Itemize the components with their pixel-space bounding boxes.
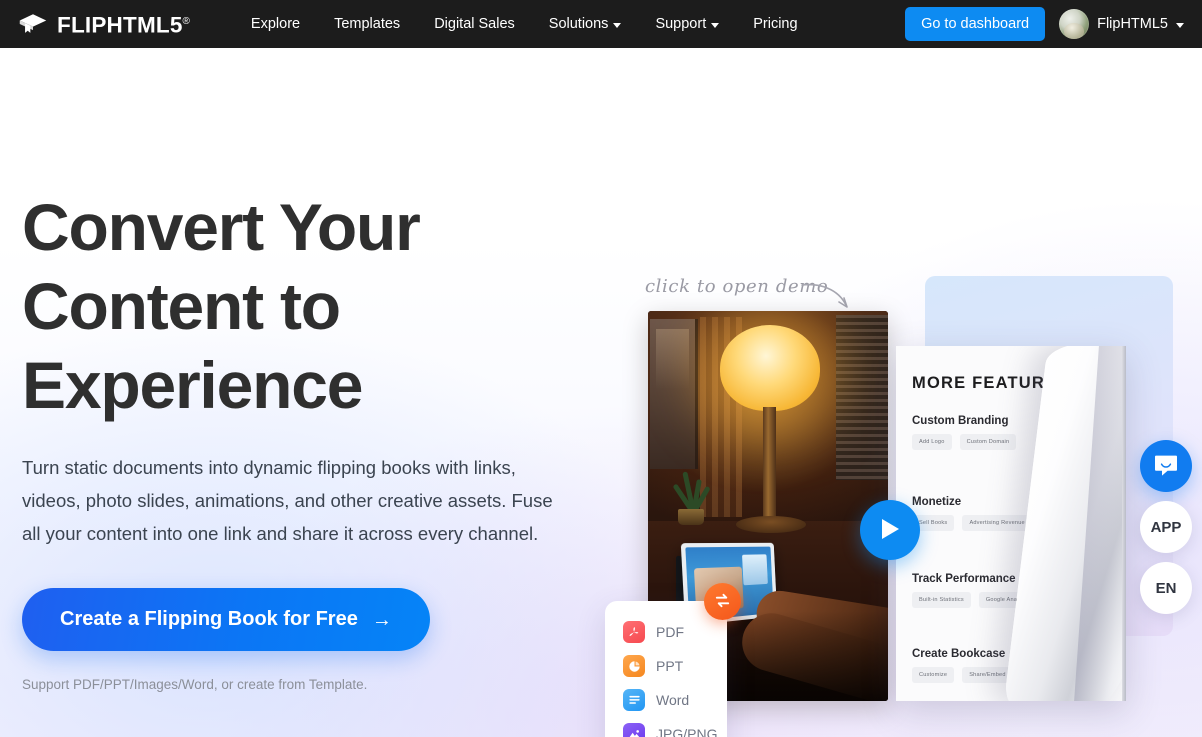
- hero-title-line: Experience: [22, 346, 622, 425]
- registered-mark: ®: [183, 16, 190, 27]
- nav-links: Explore Templates Digital Sales Solution…: [234, 0, 815, 48]
- hero-visual-column: click to open demo: [600, 96, 1202, 737]
- format-label: JPG/PNG: [656, 726, 717, 737]
- top-navigation-bar: FLIPHTML5® Explore Templates Digital Sal…: [0, 0, 1202, 48]
- hero-subtitle: Turn static documents into dynamic flipp…: [22, 451, 567, 550]
- nav-item-label: Explore: [251, 0, 300, 48]
- brand-name: FLIPHTML5®: [57, 9, 190, 39]
- nav-item-label: Pricing: [753, 0, 797, 48]
- hero-title-line: Convert Your: [22, 188, 622, 267]
- convert-arrows-icon: [713, 591, 732, 613]
- brand-logo[interactable]: FLIPHTML5®: [18, 9, 190, 39]
- hero-title-line: Content to: [22, 267, 622, 346]
- format-item-word[interactable]: Word: [605, 683, 727, 717]
- convert-format-button[interactable]: [704, 583, 741, 620]
- language-switch-button[interactable]: EN: [1140, 562, 1192, 614]
- nav-item-label: Digital Sales: [434, 0, 515, 48]
- feature-tag: Add Logo: [912, 434, 952, 450]
- feature-tag: Custom Domain: [960, 434, 1017, 450]
- go-to-dashboard-button[interactable]: Go to dashboard: [905, 7, 1045, 41]
- nav-item-support[interactable]: Support: [638, 0, 736, 48]
- nav-item-label: Solutions: [549, 0, 609, 48]
- photo-plant: [668, 463, 714, 525]
- page-title: Convert Your Content to Experience: [22, 188, 622, 425]
- photo-window-blinds: [836, 315, 888, 480]
- create-flipping-book-button[interactable]: Create a Flipping Book for Free →: [22, 588, 430, 651]
- word-file-icon: [623, 689, 645, 711]
- nav-item-label: Templates: [334, 0, 400, 48]
- cta-label: Create a Flipping Book for Free: [60, 608, 358, 631]
- nav-right-group: Go to dashboard FlipHTML5: [905, 7, 1186, 41]
- chat-bubble-icon: [1153, 452, 1179, 481]
- avatar: [1059, 9, 1089, 39]
- nav-item-label: Support: [655, 0, 706, 48]
- photo-lamp-shade: [720, 325, 820, 411]
- flipbook-page-edge: [1122, 346, 1126, 701]
- graduation-cap-book-icon: [18, 9, 48, 36]
- photo-window: [650, 319, 698, 469]
- format-item-image[interactable]: JPG/PNG: [605, 717, 727, 737]
- play-demo-button[interactable]: [860, 500, 920, 560]
- user-name-label: FlipHTML5: [1097, 16, 1168, 32]
- flipbook-preview[interactable]: MORE FEATURES Custom Branding Add Logo C…: [896, 346, 1126, 701]
- format-label: PDF: [656, 624, 684, 640]
- nav-item-solutions[interactable]: Solutions: [532, 0, 639, 48]
- live-chat-button[interactable]: [1140, 440, 1192, 492]
- nav-item-templates[interactable]: Templates: [317, 0, 417, 48]
- nav-item-pricing[interactable]: Pricing: [736, 0, 814, 48]
- format-item-ppt[interactable]: PPT: [605, 649, 727, 683]
- arrow-right-icon: →: [372, 610, 392, 630]
- chevron-down-icon: [1176, 23, 1184, 28]
- play-icon: [879, 517, 901, 544]
- feature-tag: Built-in Statistics: [912, 592, 971, 608]
- cta-support-note: Support PDF/PPT/Images/Word, or create f…: [22, 677, 622, 692]
- photo-lamp-post: [763, 407, 776, 529]
- floating-action-rail: APP EN: [1140, 440, 1192, 614]
- chevron-down-icon: [711, 23, 719, 28]
- chevron-down-icon: [613, 23, 621, 28]
- format-label: Word: [656, 692, 689, 708]
- image-file-icon: [623, 723, 645, 737]
- format-label: PPT: [656, 658, 683, 674]
- format-item-pdf[interactable]: PDF: [605, 615, 727, 649]
- nav-item-digital-sales[interactable]: Digital Sales: [417, 0, 532, 48]
- app-download-button[interactable]: APP: [1140, 501, 1192, 553]
- ppt-file-icon: [623, 655, 645, 677]
- photo-plant-pot: [678, 509, 704, 525]
- supported-formats-popover: PDF PPT: [605, 601, 727, 737]
- photo-lamp-base: [736, 516, 806, 533]
- pdf-file-icon: [623, 621, 645, 643]
- user-menu[interactable]: FlipHTML5: [1059, 9, 1186, 39]
- page-root: FLIPHTML5® Explore Templates Digital Sal…: [0, 0, 1202, 737]
- feature-tag: Customize: [912, 667, 954, 683]
- feature-tag: Advertising Revenue: [962, 515, 1031, 531]
- nav-item-explore[interactable]: Explore: [234, 0, 317, 48]
- hero-text-column: Convert Your Content to Experience Turn …: [22, 188, 622, 692]
- feature-tag: Share/Embed: [962, 667, 1012, 683]
